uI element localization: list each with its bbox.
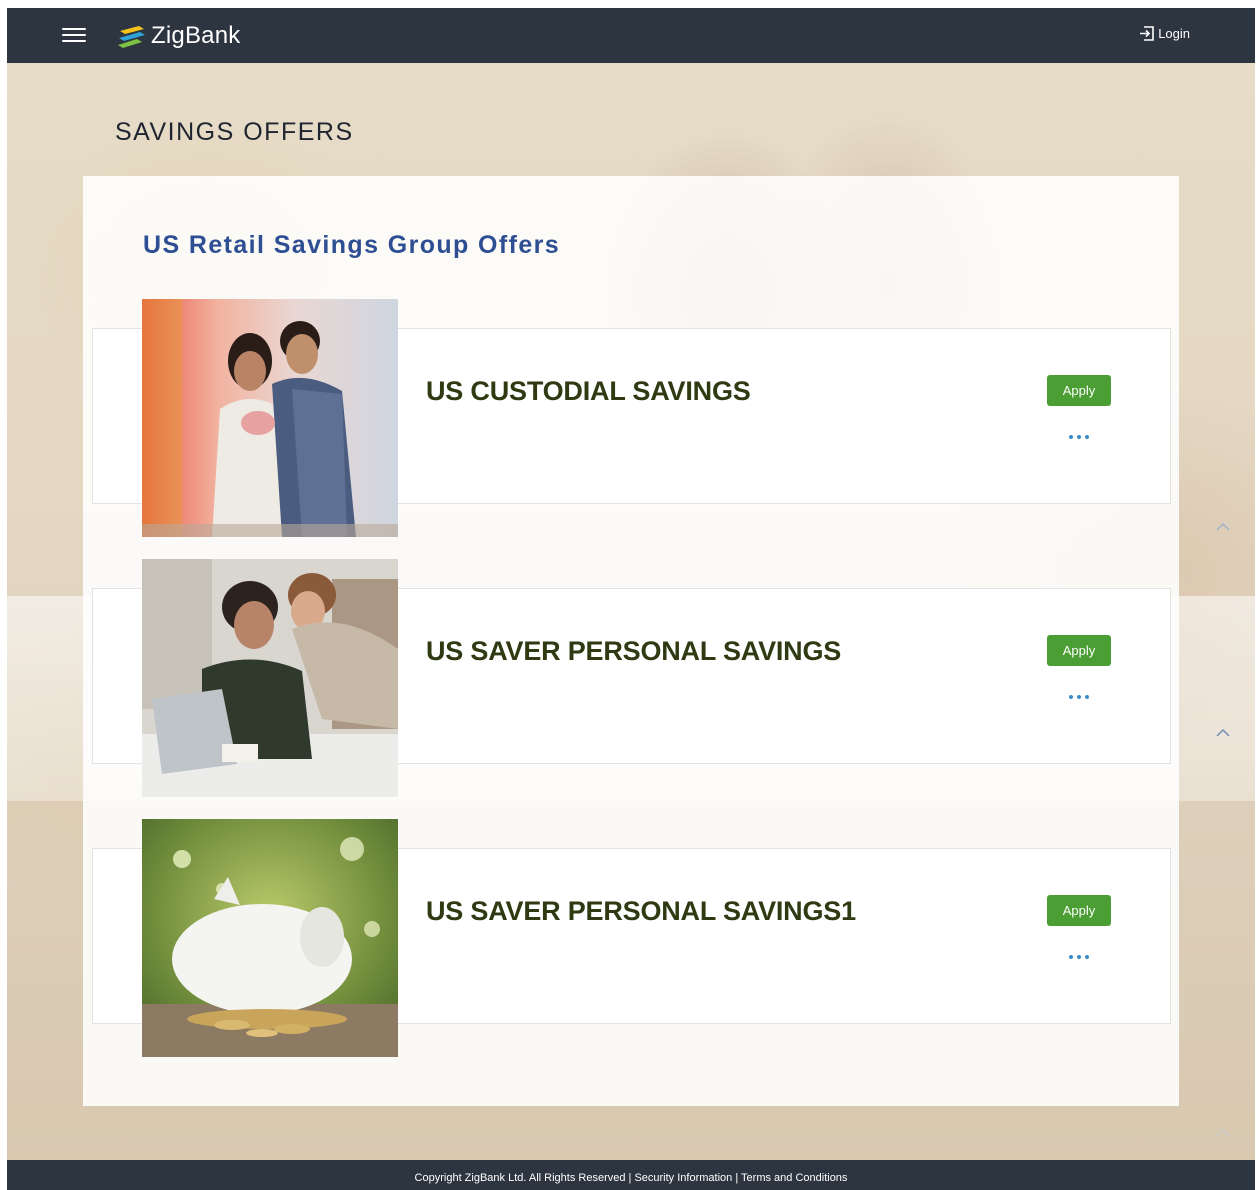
login-icon <box>1140 26 1154 41</box>
offers-panel: US Retail Savings Group Offers US CUSTOD… <box>83 176 1179 1106</box>
hamburger-icon[interactable] <box>62 24 86 46</box>
offer-image-white-piggy-bank <box>142 819 398 1057</box>
chevron-up-icon[interactable] <box>1215 522 1231 532</box>
offer-name: US SAVER PERSONAL SAVINGS1 <box>426 896 856 926</box>
offer-name: US CUSTODIAL SAVINGS <box>426 376 751 406</box>
login-link[interactable]: Login <box>1139 25 1190 42</box>
apply-button[interactable]: Apply <box>1047 635 1111 666</box>
footer: Copyright ZigBank Ltd. All Rights Reserv… <box>7 1160 1255 1190</box>
more-options-icon[interactable] <box>1064 949 1094 965</box>
offer-image-couple-piggy-bank <box>142 299 398 537</box>
apply-button[interactable]: Apply <box>1047 375 1111 406</box>
top-navigation-bar: ZigBank Login <box>7 8 1255 63</box>
apply-button[interactable]: Apply <box>1047 895 1111 926</box>
app-frame: ZigBank Login SAVINGS OFFERS US Retail S… <box>7 8 1255 1190</box>
more-options-icon[interactable] <box>1064 689 1094 705</box>
brand-name: ZigBank <box>151 22 241 49</box>
page-title: SAVINGS OFFERS <box>115 118 354 146</box>
brand-logo[interactable]: ZigBank <box>117 19 240 53</box>
chevron-up-icon[interactable] <box>1215 1128 1231 1138</box>
more-options-icon[interactable] <box>1064 429 1094 445</box>
footer-text: Copyright ZigBank Ltd. All Rights Reserv… <box>414 1172 848 1184</box>
offer-image-couple-laptop <box>142 559 398 797</box>
offer-name: US SAVER PERSONAL SAVINGS <box>426 636 842 666</box>
login-label: Login <box>1158 26 1190 41</box>
zigbank-logo-icon <box>118 26 145 48</box>
offer-group-title: US Retail Savings Group Offers <box>143 231 561 259</box>
chevron-up-icon[interactable] <box>1215 728 1231 738</box>
